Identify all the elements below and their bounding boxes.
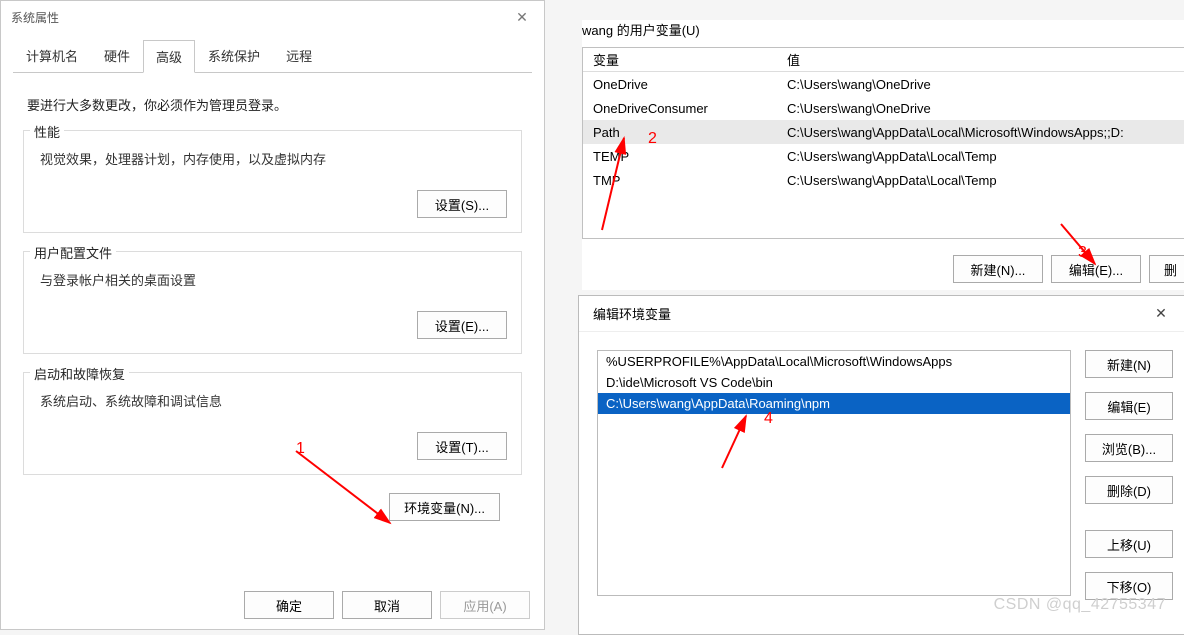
startup-recovery-settings-button[interactable]: 设置(T)...	[417, 432, 507, 460]
user-variables-header: 变量 值	[583, 48, 1184, 72]
edit-env-title: 编辑环境变量	[593, 304, 671, 323]
admin-required-text: 要进行大多数更改，你必须作为管理员登录。	[27, 95, 518, 114]
startup-recovery-title: 启动和故障恢复	[30, 364, 129, 383]
table-row[interactable]: TMP C:\Users\wang\AppData\Local\Temp	[583, 168, 1184, 192]
ok-button[interactable]: 确定	[244, 591, 334, 619]
new-variable-button[interactable]: 新建(N)...	[953, 255, 1043, 283]
tab-computer-name[interactable]: 计算机名	[13, 39, 91, 72]
user-profiles-group: 用户配置文件 与登录帐户相关的桌面设置 设置(E)...	[23, 251, 522, 354]
column-value: 值	[783, 50, 1184, 69]
edit-path-button[interactable]: 编辑(E)	[1085, 392, 1173, 420]
path-entries-list[interactable]: %USERPROFILE%\AppData\Local\Microsoft\Wi…	[597, 350, 1071, 596]
new-path-button[interactable]: 新建(N)	[1085, 350, 1173, 378]
edit-variable-button[interactable]: 编辑(E)...	[1051, 255, 1141, 283]
cancel-button[interactable]: 取消	[342, 591, 432, 619]
list-item[interactable]: C:\Users\wang\AppData\Roaming\npm	[598, 393, 1070, 414]
user-profiles-desc: 与登录帐户相关的桌面设置	[40, 270, 507, 289]
edit-environment-variable-dialog: 编辑环境变量 ✕ %USERPROFILE%\AppData\Local\Mic…	[578, 295, 1184, 635]
list-item[interactable]: D:\ide\Microsoft VS Code\bin	[598, 372, 1070, 393]
system-properties-tabs: 计算机名 硬件 高级 系统保护 远程	[13, 39, 532, 73]
edit-env-titlebar: 编辑环境变量 ✕	[579, 296, 1184, 332]
edit-env-side-buttons: 新建(N) 编辑(E) 浏览(B)... 删除(D) 上移(U) 下移(O)	[1085, 350, 1173, 600]
browse-path-button[interactable]: 浏览(B)...	[1085, 434, 1173, 462]
user-profiles-settings-button[interactable]: 设置(E)...	[417, 311, 507, 339]
user-variables-panel: wang 的用户变量(U) 变量 值 OneDrive C:\Users\wan…	[582, 20, 1184, 290]
list-item[interactable]: %USERPROFILE%\AppData\Local\Microsoft\Wi…	[598, 351, 1070, 372]
performance-group: 性能 视觉效果，处理器计划，内存使用，以及虚拟内存 设置(S)...	[23, 130, 522, 233]
user-profiles-title: 用户配置文件	[30, 243, 116, 262]
startup-recovery-group: 启动和故障恢复 系统启动、系统故障和调试信息 设置(T)...	[23, 372, 522, 475]
apply-button[interactable]: 应用(A)	[440, 591, 530, 619]
system-properties-title: 系统属性	[11, 9, 59, 26]
delete-path-button[interactable]: 删除(D)	[1085, 476, 1173, 504]
environment-variables-button[interactable]: 环境变量(N)...	[389, 493, 500, 521]
tab-hardware[interactable]: 硬件	[91, 39, 143, 72]
performance-settings-button[interactable]: 设置(S)...	[417, 190, 507, 218]
table-row[interactable]: TEMP C:\Users\wang\AppData\Local\Temp	[583, 144, 1184, 168]
column-variable: 变量	[583, 50, 783, 69]
system-properties-body: 要进行大多数更改，你必须作为管理员登录。 性能 视觉效果，处理器计划，内存使用，…	[1, 73, 544, 531]
move-up-button[interactable]: 上移(U)	[1085, 530, 1173, 558]
tab-remote[interactable]: 远程	[273, 39, 325, 72]
table-row[interactable]: OneDriveConsumer C:\Users\wang\OneDrive	[583, 96, 1184, 120]
table-row[interactable]: Path C:\Users\wang\AppData\Local\Microso…	[583, 120, 1184, 144]
close-icon[interactable]: ✕	[502, 3, 542, 31]
user-variables-caption: wang 的用户变量(U)	[582, 20, 1184, 39]
delete-variable-button[interactable]: 删	[1149, 255, 1184, 283]
system-properties-dialog: 系统属性 ✕ 计算机名 硬件 高级 系统保护 远程 要进行大多数更改，你必须作为…	[0, 0, 545, 630]
startup-recovery-desc: 系统启动、系统故障和调试信息	[40, 391, 507, 410]
watermark-text: CSDN @qq_42755347	[994, 596, 1166, 614]
tab-system-protection[interactable]: 系统保护	[195, 39, 273, 72]
tab-advanced[interactable]: 高级	[143, 40, 195, 73]
system-properties-titlebar: 系统属性 ✕	[1, 1, 544, 33]
table-row[interactable]: OneDrive C:\Users\wang\OneDrive	[583, 72, 1184, 96]
system-properties-footer: 确定 取消 应用(A)	[244, 591, 530, 619]
performance-title: 性能	[30, 122, 64, 141]
user-variables-list[interactable]: 变量 值 OneDrive C:\Users\wang\OneDrive One…	[582, 47, 1184, 239]
user-variables-buttons: 新建(N)... 编辑(E)... 删	[582, 255, 1184, 283]
performance-desc: 视觉效果，处理器计划，内存使用，以及虚拟内存	[40, 149, 507, 168]
close-icon[interactable]: ✕	[1141, 300, 1181, 328]
